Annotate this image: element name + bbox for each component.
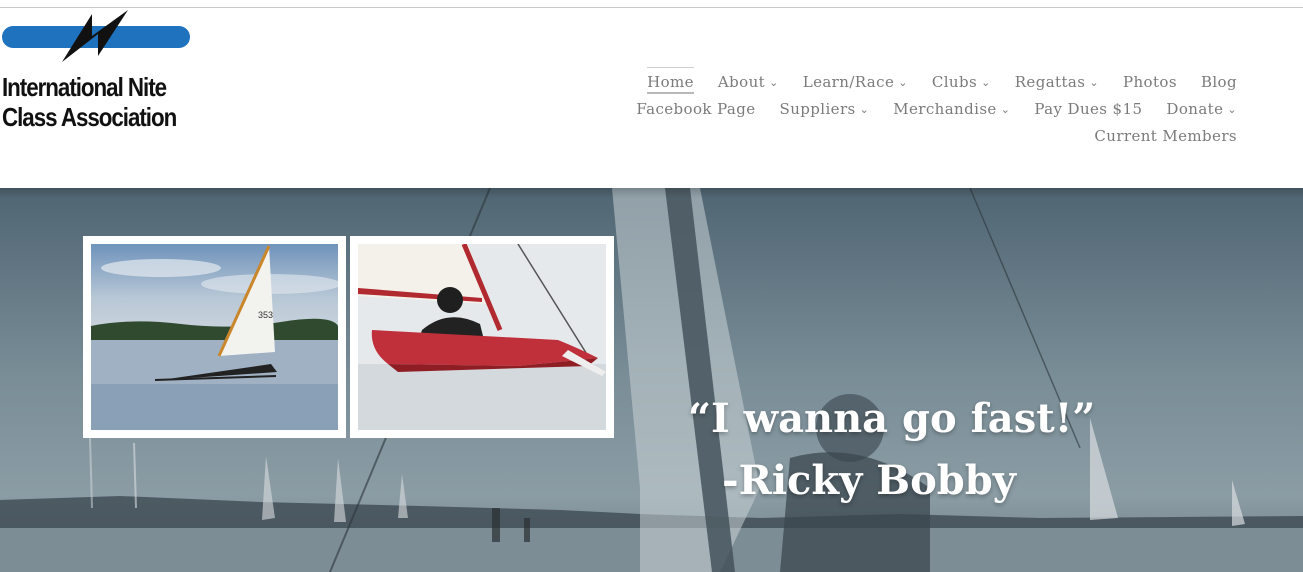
nav-label: Blog <box>1200 72 1237 91</box>
nav-row-2: Facebook Page Suppliers ⌄ Merchandise ⌄ Pa… <box>597 95 1237 122</box>
nav-item-home[interactable]: Home <box>647 66 694 94</box>
chevron-down-icon: ⌄ <box>1089 75 1099 89</box>
logo-line-2: Class Association <box>2 102 177 132</box>
chevron-down-icon: ⌄ <box>1000 102 1011 116</box>
iceboat-photo-1: 353 <box>91 244 341 430</box>
nav-label: Pay Dues $15 <box>1034 99 1143 118</box>
nav-label: Merchandise <box>893 99 997 118</box>
chevron-down-icon: ⌄ <box>1227 102 1237 116</box>
nav-row-3: Current Members <box>597 122 1237 149</box>
svg-text:353: 353 <box>258 310 273 320</box>
header-shadow <box>0 188 1303 198</box>
nav-item-blog[interactable]: Blog <box>1201 73 1237 91</box>
hero-banner: 353 “I wanna go fast!” -Ricky Bobby <box>0 188 1303 572</box>
chevron-down-icon: ⌄ <box>981 75 991 89</box>
iceboat-photo-2 <box>358 243 606 430</box>
chevron-down-icon: ⌄ <box>769 75 779 89</box>
nav-label: Photos <box>1122 72 1177 91</box>
nav-label: Facebook Page <box>636 99 756 118</box>
nav-item-merchandise[interactable]: Merchandise ⌄ <box>893 100 1010 118</box>
nav-item-pay-dues[interactable]: Pay Dues $15 <box>1034 100 1142 118</box>
logo-text: International Nite Class Association <box>2 72 177 132</box>
logo-line-1: International Nite <box>2 72 167 102</box>
nav-item-photos[interactable]: Photos <box>1123 73 1177 91</box>
nav-item-current-members[interactable]: Current Members <box>1094 127 1237 145</box>
nav-label: About <box>717 72 766 91</box>
nav-label: Donate <box>1166 99 1224 118</box>
gallery-thumbnail-1[interactable]: 353 <box>83 236 346 438</box>
nav-label: Regattas <box>1014 72 1086 91</box>
nav-label: Suppliers <box>779 99 856 118</box>
nav-label: Current Members <box>1094 126 1237 145</box>
hero-quote: “I wanna go fast!” -Ricky Bobby <box>688 388 1095 512</box>
site-logo[interactable]: International Nite Class Association <box>0 8 200 138</box>
chevron-down-icon: ⌄ <box>898 75 908 89</box>
chevron-down-icon: ⌄ <box>859 102 870 116</box>
logo-bolt-icon <box>2 10 190 62</box>
nav-item-suppliers[interactable]: Suppliers ⌄ <box>780 100 870 118</box>
nav-item-regattas[interactable]: Regattas ⌄ <box>1015 73 1099 91</box>
nav-item-clubs[interactable]: Clubs ⌄ <box>932 73 991 91</box>
quote-attribution: -Ricky Bobby <box>722 457 1016 504</box>
nav-label: Learn/Race <box>802 72 895 91</box>
nav-item-facebook-page[interactable]: Facebook Page <box>636 100 755 118</box>
gallery-thumbnail-2[interactable] <box>350 236 614 438</box>
main-navigation: Home About ⌄ Learn/Race ⌄ Clubs ⌄ Regattas ⌄… <box>597 66 1237 149</box>
nav-item-donate[interactable]: Donate ⌄ <box>1166 100 1237 118</box>
nav-item-about[interactable]: About ⌄ <box>718 73 779 91</box>
nav-row-1: Home About ⌄ Learn/Race ⌄ Clubs ⌄ Regattas ⌄… <box>597 66 1237 95</box>
nav-label: Home <box>647 72 694 91</box>
quote-text: “I wanna go fast!” <box>688 395 1096 442</box>
nav-item-learn-race[interactable]: Learn/Race ⌄ <box>803 73 908 91</box>
nav-label: Clubs <box>931 72 978 91</box>
